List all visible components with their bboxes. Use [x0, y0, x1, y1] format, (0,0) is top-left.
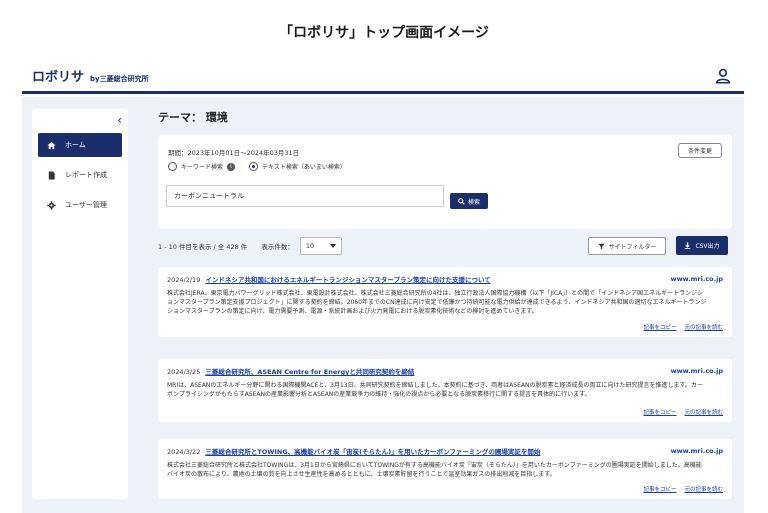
text-search-radio[interactable]	[249, 162, 259, 171]
gear-icon	[47, 200, 56, 210]
theme-title: テーマ： 環境	[158, 111, 228, 124]
user-icon[interactable]	[714, 67, 732, 85]
change-condition-button[interactable]: 条件変更	[678, 143, 722, 158]
result-title-link[interactable]: 三菱総合研究所とTOWING、高機能バイオ炭「宙炭(そらたん)」を用いたカーボン…	[205, 448, 540, 456]
filter-icon	[597, 243, 605, 249]
result-count: 1 - 10 件目を表示 / 全 428 件	[158, 243, 248, 251]
per-page-value: 10	[305, 242, 315, 250]
result-date: 2024/2/19	[167, 276, 201, 284]
site-filter-label: サイトフィルター	[608, 243, 657, 251]
read-original-link[interactable]: 元の記事を読む	[684, 485, 723, 493]
copy-article-link[interactable]: 記事をコピー	[643, 323, 676, 331]
chevron-down-icon	[329, 244, 336, 248]
result-card: 2024/3/22 三菱総合研究所とTOWING、高機能バイオ炭「宙炭(そらたん)…	[158, 439, 732, 499]
site-filter-button[interactable]: サイトフィルター	[588, 237, 666, 255]
search-button-label: 検索	[467, 198, 480, 206]
copy-article-link[interactable]: 記事をコピー	[643, 408, 676, 416]
sidebar: ‹ ホーム レポート作成 ユーザー管理	[32, 109, 128, 499]
result-domain-link[interactable]: www.mri.co.jp	[671, 367, 723, 375]
home-icon	[47, 141, 56, 149]
results-toolbar: 1 - 10 件目を表示 / 全 428 件 表示件数： 10 サイトフィルター…	[158, 235, 732, 257]
document-icon	[48, 170, 55, 180]
info-icon[interactable]: i	[227, 162, 236, 171]
content-area: ‹ ホーム レポート作成 ユーザー管理 テーマ： 環境 期間：2023年10月0…	[22, 97, 744, 513]
period-text: 期間：2023年10月01日〜2024年03月31日	[168, 149, 300, 157]
sidebar-item-label: ユーザー管理	[65, 201, 107, 209]
search-panel: 期間：2023年10月01日〜2024年03月31日 条件変更 キーワード検索 …	[158, 135, 732, 229]
sidebar-item-user-management[interactable]: ユーザー管理	[38, 193, 122, 217]
result-title-link[interactable]: 三菱総合研究所、ASEAN Centre for Energyと共同研究契約を締…	[205, 368, 414, 376]
search-mode-radios: キーワード検索 i テキスト検索（あいまい検索）	[168, 162, 346, 171]
result-domain-link[interactable]: www.mri.co.jp	[671, 447, 723, 455]
search-icon	[458, 197, 465, 205]
text-search-label: テキスト検索（あいまい検索）	[262, 164, 346, 171]
result-date: 2024/3/25	[167, 368, 201, 376]
read-original-link[interactable]: 元の記事を読む	[684, 323, 723, 331]
search-button[interactable]: 検索	[450, 193, 488, 209]
sidebar-item-label: レポート作成	[65, 171, 107, 179]
brand-name: ロボリサ	[32, 70, 85, 85]
result-summary: MRIは、ASEANのエネルギー分野に関わる国際機関ACEと、3月13日、共同研…	[167, 382, 703, 398]
copy-article-link[interactable]: 記事をコピー	[643, 485, 676, 493]
result-domain-link[interactable]: www.mri.co.jp	[671, 275, 723, 283]
sidebar-item-report[interactable]: レポート作成	[38, 163, 122, 187]
search-input[interactable]	[166, 185, 444, 207]
result-summary: 株式会社三菱総合研究所と株式会社TOWINGは、3月1日から宮崎県においてTOW…	[167, 462, 702, 478]
download-icon	[685, 242, 691, 249]
keyword-search-label: キーワード検索	[181, 164, 224, 171]
sidebar-item-label: ホーム	[65, 141, 86, 149]
per-page-label: 表示件数：	[261, 243, 294, 251]
result-date: 2024/3/22	[167, 448, 201, 456]
page-heading: 「ロボリサ」トップ画面イメージ	[279, 25, 489, 41]
keyword-search-radio[interactable]	[168, 162, 177, 171]
collapse-sidebar-icon[interactable]: ‹	[117, 113, 122, 127]
read-original-link[interactable]: 元の記事を読む	[684, 408, 723, 416]
result-title-link[interactable]: インドネシア共和国におけるエネルギートランジションマスタープラン策定に向けた支援…	[205, 276, 490, 284]
csv-export-button[interactable]: CSV出力	[676, 236, 728, 255]
result-summary: 株式会社JERA、東京電力パワーグリッド株式会社、東電設計株式会社、株式会社三菱…	[167, 290, 707, 315]
brand-subtitle: by三菱総合研究所	[90, 75, 149, 83]
app-header: ロボリサ by三菱総合研究所	[22, 60, 744, 94]
result-card: 2024/2/19 インドネシア共和国におけるエネルギートランジションマスタープラ…	[158, 267, 732, 337]
sidebar-item-home[interactable]: ホーム	[38, 133, 122, 157]
csv-export-label: CSV出力	[695, 243, 720, 250]
result-card: 2024/3/25 三菱総合研究所、ASEAN Centre for Energy…	[158, 359, 732, 422]
brand[interactable]: ロボリサ by三菱総合研究所	[22, 66, 149, 85]
per-page-select[interactable]: 10	[299, 237, 342, 255]
